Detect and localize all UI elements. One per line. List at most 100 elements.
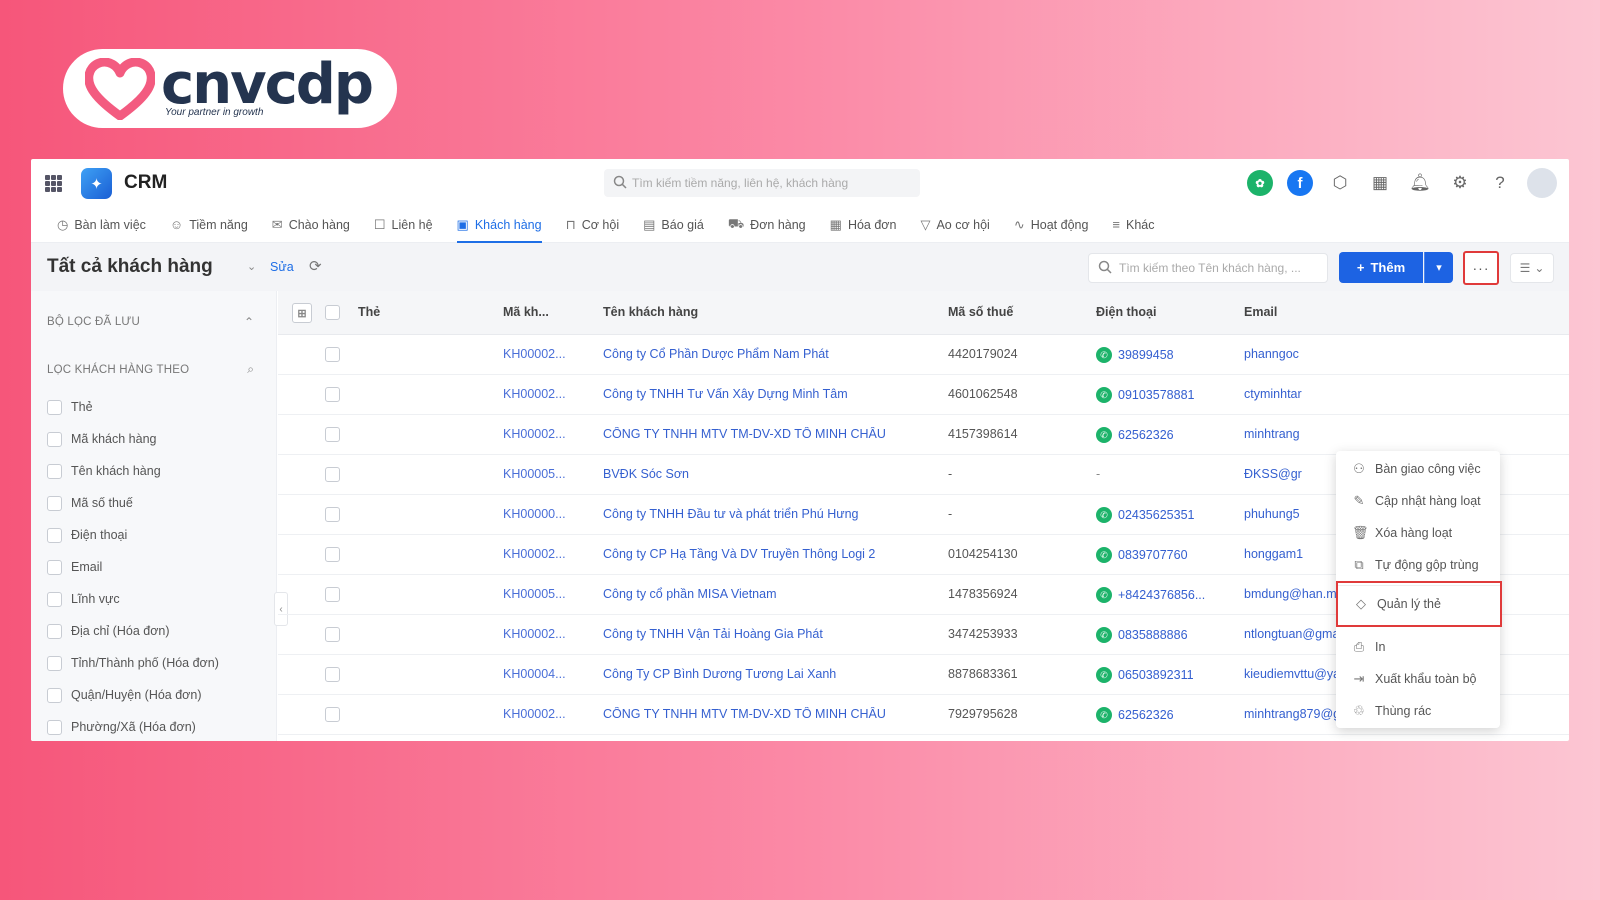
- table-row[interactable]: KH00002... Công ty Cổ Phần Dược Phẩm Nam …: [278, 335, 1569, 375]
- customer-code[interactable]: KH00002...: [503, 707, 583, 721]
- page-title[interactable]: Tất cả khách hàng: [47, 256, 213, 278]
- row-checkbox[interactable]: [325, 387, 340, 402]
- phone-icon[interactable]: ✆: [1096, 507, 1112, 523]
- menu-assign-work[interactable]: ⚇ Bàn giao công việc: [1336, 453, 1500, 485]
- edit-view-link[interactable]: Sửa: [270, 260, 294, 274]
- phone-icon[interactable]: ✆: [1096, 427, 1112, 443]
- row-checkbox[interactable]: [325, 347, 340, 362]
- customer-code[interactable]: KH00002...: [503, 387, 583, 401]
- filter-checkbox[interactable]: [47, 495, 62, 511]
- app-launcher-icon[interactable]: [45, 175, 62, 192]
- filter-checkbox[interactable]: [47, 719, 62, 735]
- phone-icon[interactable]: ✆: [1096, 547, 1112, 563]
- global-search-input[interactable]: Tìm kiếm tiềm năng, liên hệ, khách hàng: [604, 169, 920, 197]
- customer-code[interactable]: KH00002...: [503, 627, 583, 641]
- tab-quotes[interactable]: ▤ Báo giá: [631, 207, 716, 243]
- filter-option[interactable]: Mã khách hàng: [47, 423, 219, 455]
- tab-leads[interactable]: ☺ Tiềm năng: [158, 207, 260, 243]
- menu-manage-tags[interactable]: ◇ Quản lý thẻ: [1336, 581, 1502, 627]
- filter-checkbox[interactable]: [47, 655, 62, 671]
- phone-number[interactable]: 39899458: [1118, 348, 1174, 362]
- phone-icon[interactable]: ✆: [1096, 667, 1112, 683]
- row-checkbox[interactable]: [325, 667, 340, 682]
- filter-option[interactable]: Điện thoại: [47, 519, 219, 551]
- add-dropdown-button[interactable]: ▾: [1424, 252, 1453, 283]
- phone-icon[interactable]: ✆: [1096, 587, 1112, 603]
- search-icon[interactable]: ⌕: [247, 362, 254, 377]
- row-checkbox[interactable]: [325, 467, 340, 482]
- filter-option[interactable]: Thẻ: [47, 391, 219, 423]
- filter-checkbox[interactable]: [47, 559, 62, 575]
- header-email[interactable]: Email: [1244, 305, 1277, 319]
- customer-name-link[interactable]: Công ty CP Hạ Tầng Và DV Truyền Thông Lo…: [603, 547, 923, 561]
- phone-number[interactable]: 06503892311: [1118, 668, 1194, 682]
- select-all-checkbox[interactable]: [325, 305, 340, 320]
- menu-bulk-update[interactable]: ✎ Cập nhật hàng loạt: [1336, 485, 1500, 517]
- filter-checkbox[interactable]: [47, 623, 62, 639]
- header-tag[interactable]: Thẻ: [358, 305, 380, 319]
- customer-name-link[interactable]: Công Ty CP Bình Dương Tương Lai Xanh: [603, 667, 923, 681]
- customer-code[interactable]: KH00004...: [503, 667, 583, 681]
- tab-offers[interactable]: ✉ Chào hàng: [260, 207, 362, 243]
- customer-name-link[interactable]: Công ty TNHH Tư Vấn Xây Dựng Minh Tâm: [603, 387, 923, 401]
- tab-opportunities[interactable]: ⊓ Cơ hội: [554, 207, 632, 243]
- row-checkbox[interactable]: [325, 547, 340, 562]
- avatar[interactable]: [1527, 168, 1557, 198]
- email-link[interactable]: ctyminhtar: [1244, 387, 1394, 401]
- phone-number[interactable]: 62562326: [1118, 708, 1174, 722]
- integration-icon[interactable]: ✿: [1247, 170, 1273, 196]
- gear-icon[interactable]: ⚙: [1447, 170, 1473, 196]
- menu-bulk-delete[interactable]: 🗑 Xóa hàng loạt: [1336, 517, 1500, 549]
- customer-code[interactable]: KH00000...: [503, 507, 583, 521]
- email-link[interactable]: minhtrang: [1244, 427, 1394, 441]
- table-row[interactable]: KH00002... Công ty TNHH Tư Vấn Xây Dựng M…: [278, 375, 1569, 415]
- phone-number[interactable]: 0835888886: [1118, 628, 1188, 642]
- filter-option[interactable]: Tỉnh/Thành phố (Hóa đơn): [47, 647, 219, 679]
- email-link[interactable]: phanngoc: [1244, 347, 1394, 361]
- customer-name-link[interactable]: BVĐK Sóc Sơn: [603, 467, 923, 481]
- phone-number[interactable]: 62562326: [1118, 428, 1174, 442]
- add-customer-button[interactable]: + Thêm: [1339, 252, 1423, 283]
- row-checkbox[interactable]: [325, 627, 340, 642]
- row-checkbox[interactable]: [325, 707, 340, 722]
- phone-icon[interactable]: ✆: [1096, 387, 1112, 403]
- customer-code[interactable]: KH00005...: [503, 467, 583, 481]
- view-options-button[interactable]: ☰ ⌄: [1510, 253, 1554, 283]
- customer-code[interactable]: KH00002...: [503, 547, 583, 561]
- chevron-up-icon[interactable]: ⌃: [244, 315, 254, 329]
- tab-invoices[interactable]: ▦ Hóa đơn: [818, 207, 909, 243]
- calendar-icon[interactable]: ▦: [1367, 170, 1393, 196]
- menu-auto-merge[interactable]: ⧉ Tự động gộp trùng: [1336, 549, 1500, 581]
- customer-name-link[interactable]: CÔNG TY TNHH MTV TM-DV-XD TÔ MINH CHÂU: [603, 427, 923, 441]
- filter-option[interactable]: Địa chỉ (Hóa đơn): [47, 615, 219, 647]
- header-tax[interactable]: Mã số thuế: [948, 305, 1013, 319]
- filter-checkbox[interactable]: [47, 463, 62, 479]
- filter-checkbox[interactable]: [47, 591, 62, 607]
- phone-icon[interactable]: ✆: [1096, 707, 1112, 723]
- tab-other[interactable]: ≡ Khác: [1100, 207, 1166, 243]
- row-checkbox[interactable]: [325, 507, 340, 522]
- saved-filters-heading[interactable]: BỘ LỌC ĐÃ LƯU: [47, 316, 140, 328]
- tab-opportunity-pool[interactable]: ▽ Ao cơ hội: [908, 207, 1001, 243]
- phone-number[interactable]: 09103578881: [1118, 388, 1194, 402]
- tab-orders[interactable]: ⛟ Đơn hàng: [716, 207, 818, 243]
- customer-name-link[interactable]: Công ty TNHH Vận Tải Hoàng Gia Phát: [603, 627, 923, 641]
- customer-code[interactable]: KH00002...: [503, 347, 583, 361]
- customer-name-link[interactable]: Công ty cổ phần MISA Vietnam: [603, 587, 923, 601]
- help-icon[interactable]: ?: [1487, 170, 1513, 196]
- customer-name-link[interactable]: Công ty Cổ Phần Dược Phẩm Nam Phát: [603, 347, 923, 361]
- customer-name-link[interactable]: Công ty TNHH Đầu tư và phát triển Phú Hư…: [603, 507, 923, 521]
- chevron-down-icon[interactable]: ⌄: [247, 260, 256, 273]
- customer-code[interactable]: KH00005...: [503, 587, 583, 601]
- filter-checkbox[interactable]: [47, 527, 62, 543]
- phone-number[interactable]: 02435625351: [1118, 508, 1194, 522]
- menu-export-all[interactable]: ⇥ Xuất khẩu toàn bộ: [1336, 663, 1500, 695]
- filter-option[interactable]: Tên khách hàng: [47, 455, 219, 487]
- menu-trash[interactable]: ♲ Thùng rác: [1336, 695, 1500, 727]
- refresh-icon[interactable]: ⟳: [309, 257, 322, 275]
- filter-checkbox[interactable]: [47, 687, 62, 703]
- tab-contacts[interactable]: ☐ Liên hệ: [362, 207, 445, 243]
- customer-search-input[interactable]: Tìm kiếm theo Tên khách hàng, ...: [1088, 253, 1328, 283]
- customer-code[interactable]: KH00002...: [503, 427, 583, 441]
- tab-workspace[interactable]: ◷ Bàn làm việc: [45, 207, 158, 243]
